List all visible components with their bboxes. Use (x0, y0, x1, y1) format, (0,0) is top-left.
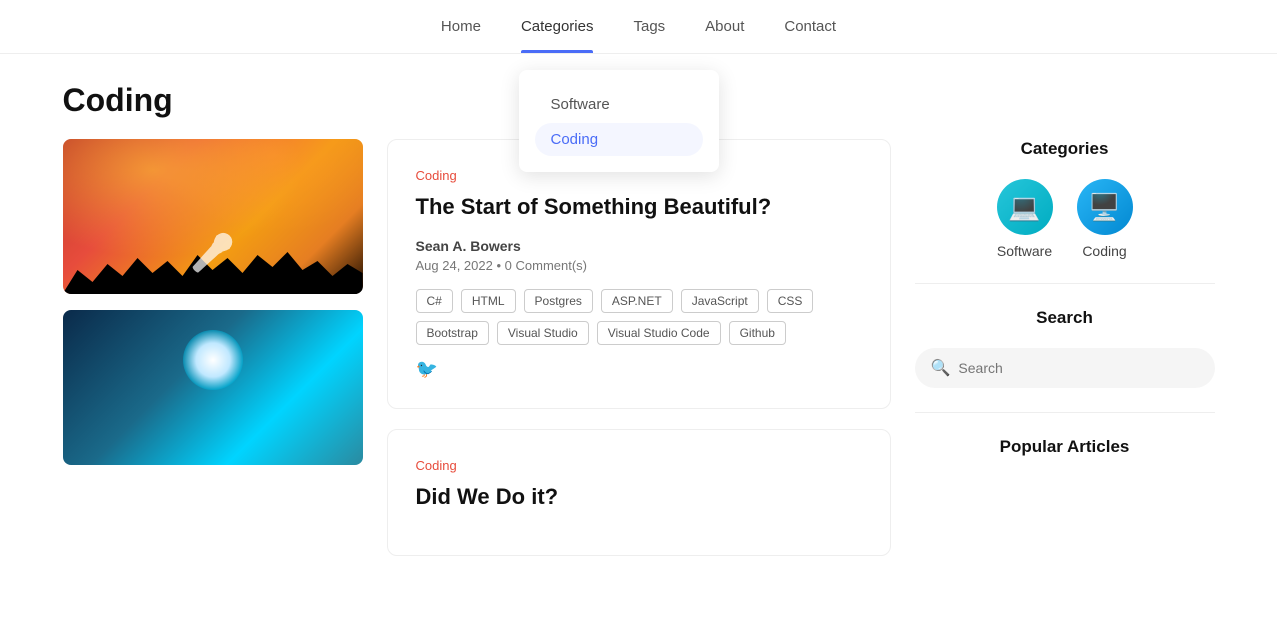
center-column: Coding The Start of Something Beautiful?… (387, 139, 891, 556)
dropdown-item-software[interactable]: Software (519, 86, 719, 123)
dropdown-item-coding[interactable]: Coding (535, 123, 703, 156)
sidebar-popular-section: Popular Articles (915, 437, 1215, 457)
main-nav: Home Categories Tags About Contact Softw… (0, 0, 1277, 54)
coding-icon: 🖥️ (1077, 179, 1133, 235)
sidebar-search-section: Search 🔍 (915, 308, 1215, 413)
tag-javascript[interactable]: JavaScript (681, 289, 759, 313)
sidebar-cat-software[interactable]: 💻 Software (997, 179, 1053, 259)
search-box: 🔍 (915, 348, 1215, 388)
nav-item-contact[interactable]: Contact (784, 18, 836, 53)
categories-dropdown: Software Coding (519, 70, 719, 172)
sidebar-search-title: Search (915, 308, 1215, 328)
article-image-concert[interactable] (63, 139, 363, 294)
article-1-meta: Aug 24, 2022 • 0 Comment(s) (416, 258, 862, 273)
software-icon: 💻 (997, 179, 1053, 235)
coding-label: Coding (1082, 243, 1126, 259)
twitter-share-icon[interactable]: 🐦 (416, 359, 862, 380)
sidebar-categories-section: Categories 💻 Software 🖥️ Coding (915, 139, 1215, 284)
tag-html[interactable]: HTML (461, 289, 516, 313)
main-grid: Coding The Start of Something Beautiful?… (63, 139, 1215, 556)
article-1-tags: C# HTML Postgres ASP.NET JavaScript CSS … (416, 289, 862, 345)
tag-postgres[interactable]: Postgres (524, 289, 593, 313)
article-card-2: Coding Did We Do it? (387, 429, 891, 557)
article-image-disco[interactable] (63, 310, 363, 465)
tag-bootstrap[interactable]: Bootstrap (416, 321, 489, 345)
article-card-1: Coding The Start of Something Beautiful?… (387, 139, 891, 409)
nav-item-about[interactable]: About (705, 18, 744, 53)
article-2-title[interactable]: Did We Do it? (416, 483, 862, 512)
tag-csharp[interactable]: C# (416, 289, 453, 313)
tag-vscode[interactable]: Visual Studio Code (597, 321, 721, 345)
sidebar-cat-coding[interactable]: 🖥️ Coding (1077, 179, 1133, 259)
sidebar-categories-grid: 💻 Software 🖥️ Coding (915, 179, 1215, 259)
software-label: Software (997, 243, 1052, 259)
nav-item-categories[interactable]: Categories (521, 18, 594, 53)
article-2-category: Coding (416, 458, 862, 473)
tag-css[interactable]: CSS (767, 289, 814, 313)
sidebar-popular-title: Popular Articles (915, 437, 1215, 457)
search-icon: 🔍 (931, 358, 951, 378)
tag-github[interactable]: Github (729, 321, 786, 345)
search-input[interactable] (958, 360, 1198, 376)
nav-item-tags[interactable]: Tags (633, 18, 665, 53)
right-sidebar: Categories 💻 Software 🖥️ Coding Search (915, 139, 1215, 457)
article-1-author: Sean A. Bowers (416, 238, 862, 254)
tag-aspnet[interactable]: ASP.NET (601, 289, 673, 313)
tag-visualstudio[interactable]: Visual Studio (497, 321, 589, 345)
nav-item-home[interactable]: Home (441, 18, 481, 53)
article-1-title[interactable]: The Start of Something Beautiful? (416, 193, 862, 222)
sidebar-categories-title: Categories (915, 139, 1215, 159)
left-column (63, 139, 363, 465)
